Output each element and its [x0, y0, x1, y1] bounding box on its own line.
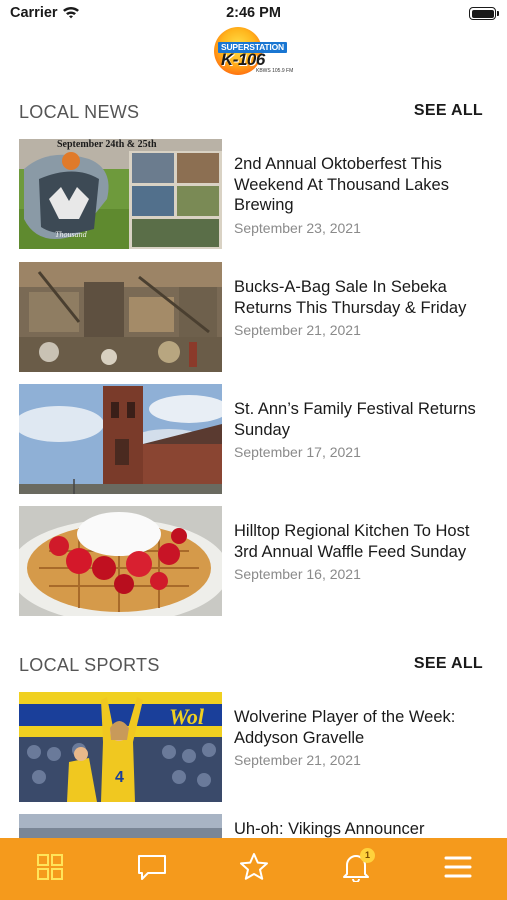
waffle-thumbnail — [19, 506, 222, 616]
news-article-st-anns[interactable]: St. Ann’s Family Festival Returns Sunday… — [19, 384, 489, 494]
article-date: September 17, 2021 — [234, 444, 361, 460]
oktoberfest-thumbnail: September 24th & 25th Thousand — [19, 139, 222, 249]
article-title: 2nd Annual Oktoberfest This Weekend At T… — [234, 155, 449, 214]
notification-badge: 1 — [360, 848, 375, 863]
menu-icon — [444, 855, 472, 884]
local-sports-header: LOCAL SPORTS SEE ALL — [19, 655, 483, 679]
station-logo: SUPERSTATION K-106 KBWS 105.9 FM — [212, 26, 296, 78]
article-title: St. Ann’s Family Festival Returns Sunday — [234, 400, 476, 439]
local-sports-title: LOCAL SPORTS — [19, 655, 160, 675]
article-title: Wolverine Player of the Week: Addyson Gr… — [234, 708, 456, 747]
sports-image-jersey-number: 4 — [115, 769, 124, 786]
battery-icon — [469, 7, 499, 20]
oktoberfest-image-logo: Thousand — [55, 230, 88, 239]
article-date: September 21, 2021 — [234, 322, 361, 338]
local-sports-see-all-button[interactable]: SEE ALL — [414, 655, 483, 673]
tab-messages[interactable] — [132, 852, 172, 886]
article-title: Bucks-A-Bag Sale In Sebeka Returns This … — [234, 278, 467, 317]
article-title: Hilltop Regional Kitchen To Host 3rd Ann… — [234, 522, 470, 561]
article-text: Wolverine Player of the Week: Addyson Gr… — [234, 707, 489, 768]
article-text: Hilltop Regional Kitchen To Host 3rd Ann… — [234, 521, 489, 582]
article-date: September 21, 2021 — [234, 752, 361, 768]
logo-main-text: K-106 — [221, 50, 265, 69]
chat-icon — [137, 853, 167, 886]
tab-home[interactable] — [30, 852, 70, 886]
clock: 2:46 PM — [226, 5, 281, 21]
tab-menu[interactable] — [438, 852, 478, 886]
article-text: 2nd Annual Oktoberfest This Weekend At T… — [234, 154, 489, 236]
local-news-header: LOCAL NEWS SEE ALL — [19, 102, 483, 126]
article-date: September 16, 2021 — [234, 566, 361, 582]
bucks-a-bag-thumbnail — [19, 262, 222, 372]
tab-notifications[interactable]: 1 — [336, 848, 376, 886]
local-news-see-all-button[interactable]: SEE ALL — [414, 102, 483, 120]
article-text: St. Ann’s Family Festival Returns Sunday… — [234, 399, 489, 460]
tab-favorites[interactable] — [234, 852, 274, 886]
logo-sub-text: KBWS 105.9 FM — [256, 68, 294, 74]
sports-article-wolverine[interactable]: Wol 4 Wolverine Player of the Week: Addy… — [19, 692, 489, 802]
bottom-tab-bar: 1 — [0, 838, 507, 900]
st-anns-thumbnail — [19, 384, 222, 494]
article-title: Uh-oh: Vikings Announcer — [234, 820, 425, 838]
volleyball-thumbnail: Wol 4 — [19, 692, 222, 802]
article-date: September 23, 2021 — [234, 219, 361, 236]
star-icon — [239, 852, 269, 886]
news-article-oktoberfest[interactable]: September 24th & 25th Thousand 2nd Annua… — [19, 139, 489, 249]
news-article-bucks-a-bag[interactable]: Bucks-A-Bag Sale In Sebeka Returns This … — [19, 262, 489, 372]
news-article-waffle-feed[interactable]: Hilltop Regional Kitchen To Host 3rd Ann… — [19, 506, 489, 616]
article-text: Uh-oh: Vikings Announcer — [234, 819, 489, 840]
grid-icon — [36, 853, 64, 886]
local-news-title: LOCAL NEWS — [19, 102, 140, 122]
oktoberfest-image-caption: September 24th & 25th — [57, 139, 157, 150]
article-text: Bucks-A-Bag Sale In Sebeka Returns This … — [234, 277, 489, 338]
sports-image-banner-text: Wol — [169, 704, 205, 729]
status-bar: Carrier 2:46 PM — [0, 0, 507, 28]
